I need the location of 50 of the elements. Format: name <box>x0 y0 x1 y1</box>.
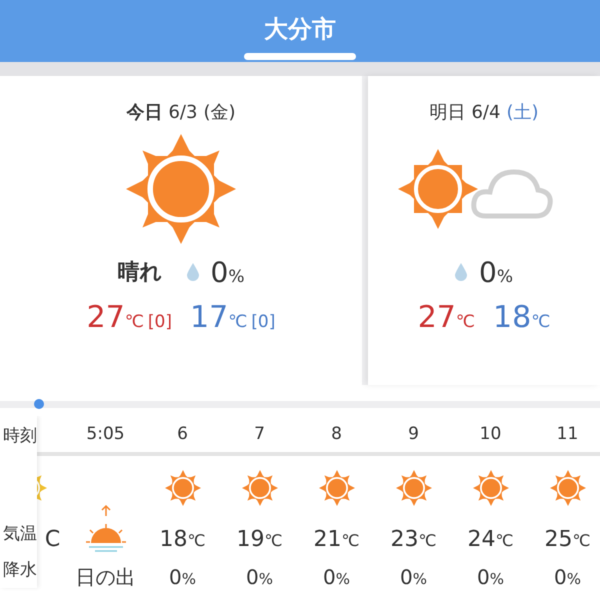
high-temp: 27℃ <box>418 300 475 335</box>
weekday: (土) <box>506 101 538 124</box>
hour-precip-chance: 0% <box>554 565 581 589</box>
hour-label: 7 <box>254 424 265 444</box>
day-card[interactable]: 明日 6/4 (土) 0% 27℃ 18℃ <box>368 76 600 385</box>
hour-temperature: 25℃ <box>544 526 590 552</box>
hour-precip-chance: 0% <box>477 565 504 589</box>
sun-icon <box>164 470 200 506</box>
precip-chance: 0% <box>479 256 513 288</box>
row-label: 気温 <box>3 523 37 546</box>
hour-temperature: 18℃ <box>160 526 206 552</box>
high-temp: 27℃ [0] <box>86 300 172 335</box>
hour-label: 9 <box>408 424 419 444</box>
hour-label: 8 <box>331 424 342 444</box>
hour-precip-chance: 0% <box>323 565 350 589</box>
hour-temperature: 23℃ <box>390 526 436 552</box>
hour-label: 11 <box>556 424 578 444</box>
hour-temperature: 19℃ <box>236 526 282 552</box>
date: 6/3 <box>168 102 198 123</box>
precip-chance: 0% <box>210 256 244 288</box>
low-temp: 18℃ <box>493 300 550 335</box>
row-label: 時刻 <box>3 424 37 448</box>
hour-temperature: 24℃ <box>468 526 514 552</box>
hour-precip-chance: 0% <box>400 565 427 589</box>
hour-precip-chance: 0% <box>246 565 273 589</box>
sun-icon <box>396 470 432 506</box>
low-temp: 17℃ [0] <box>190 300 276 335</box>
day-label: 明日 <box>429 101 466 124</box>
hour-label: 5:05 <box>86 424 125 444</box>
raindrop-icon <box>186 263 198 281</box>
raindrop-icon <box>455 263 467 281</box>
sun-icon <box>472 470 508 506</box>
day-card[interactable]: 今日 6/3 (金) 晴れ 0% 27℃ [0] 17℃ [0] <box>0 76 362 385</box>
timeline-handle[interactable] <box>34 399 44 409</box>
weekday: (金) <box>203 101 236 124</box>
sun-icon <box>126 134 236 244</box>
sun-icon <box>242 470 278 506</box>
city-title: 大分市 <box>264 14 336 45</box>
hour-precip-chance: 0% <box>169 565 196 589</box>
sunrise-label: 日の出 <box>76 564 136 590</box>
day-label: 今日 <box>126 101 162 124</box>
temperature-unit: C <box>44 526 60 552</box>
row-label: 降水 <box>3 559 37 582</box>
sun-icon <box>550 470 586 506</box>
sun-icon <box>318 470 354 506</box>
date: 6/4 <box>471 102 500 123</box>
weather-label: 晴れ <box>118 259 162 287</box>
hour-temperature: 21℃ <box>314 526 360 552</box>
hour-label: 6 <box>177 424 188 444</box>
hour-label: 10 <box>480 424 502 444</box>
